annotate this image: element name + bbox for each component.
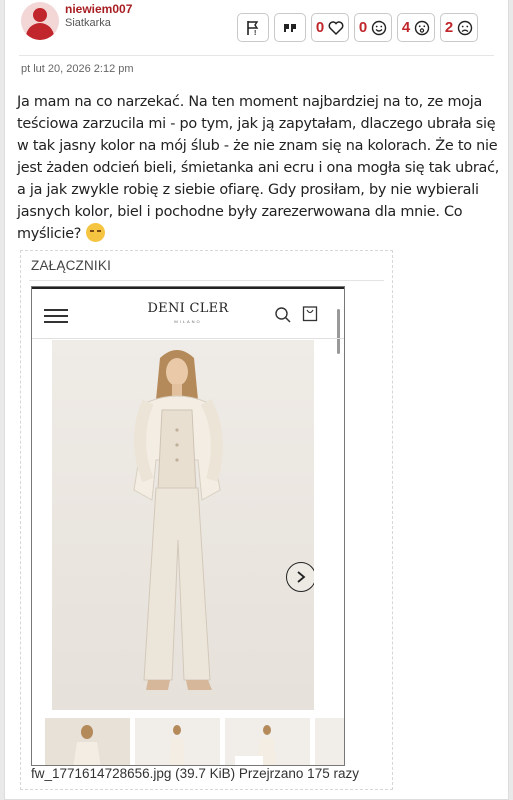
attachment-file-info[interactable]: fw_1771614728656.jpg (39.7 KiB) Przejrza…	[31, 766, 359, 781]
attachments-box: ZAŁĄCZNIKI DENI CLER MILANO fw_177161472…	[20, 250, 393, 790]
pensive-face-emoji	[85, 223, 105, 242]
attachment-image[interactable]: DENI CLER MILANO	[31, 286, 345, 766]
chevron-right-icon	[297, 571, 306, 583]
brand-logo: DENI CLER	[147, 301, 229, 316]
like-count: 0	[315, 19, 325, 36]
screenshot-header-divider	[32, 338, 344, 339]
post-text: Ja mam na co narzekać. Na ten moment naj…	[17, 94, 500, 242]
quote-icon	[284, 23, 296, 32]
next-image-button[interactable]	[286, 562, 314, 592]
surprised-icon	[414, 20, 430, 35]
report-flag-icon: !	[247, 20, 259, 36]
brand-logo-sub: MILANO	[174, 319, 202, 324]
sad-count: 2	[444, 19, 454, 36]
surprised-count: 4	[401, 19, 411, 36]
post-date: pt lut 20, 2026 2:12 pm	[21, 63, 134, 75]
report-button[interactable]: !	[237, 13, 269, 42]
thumbnail[interactable]	[225, 718, 310, 765]
avatar[interactable]	[21, 2, 59, 40]
shopping-bag-icon	[302, 306, 318, 322]
username-link[interactable]: niewiem007	[65, 2, 132, 16]
post-body: Ja mam na co narzekać. Na ten moment naj…	[17, 91, 503, 245]
thumbnail[interactable]	[45, 718, 130, 765]
screenshot-scrollbar	[337, 309, 340, 354]
post-card: niewiem007 Siatkarka ! 0 0 4 2 pt lut 20…	[4, 0, 509, 800]
smile-count: 0	[358, 19, 368, 36]
model-figure	[52, 340, 314, 710]
attachments-divider	[29, 280, 384, 281]
sad-icon	[457, 20, 473, 35]
smile-reaction-button[interactable]: 0	[354, 13, 392, 42]
screenshot-status-bar	[32, 287, 344, 289]
search-icon	[275, 307, 291, 323]
smile-icon	[371, 20, 387, 35]
post-actions: ! 0 0 4 2	[237, 13, 478, 42]
product-photo	[52, 340, 314, 710]
sad-reaction-button[interactable]: 2	[440, 13, 478, 42]
header-divider	[19, 55, 494, 56]
user-rank: Siatkarka	[65, 17, 111, 29]
quote-button[interactable]	[274, 13, 306, 42]
thumbnail[interactable]	[315, 718, 344, 765]
heart-icon	[328, 20, 344, 35]
thumbnail-strip	[45, 718, 344, 765]
svg-text:!: !	[254, 30, 256, 36]
surprised-reaction-button[interactable]: 4	[397, 13, 435, 42]
attachments-title: ZAŁĄCZNIKI	[31, 258, 112, 273]
like-button[interactable]: 0	[311, 13, 349, 42]
thumbnail[interactable]	[135, 718, 220, 765]
